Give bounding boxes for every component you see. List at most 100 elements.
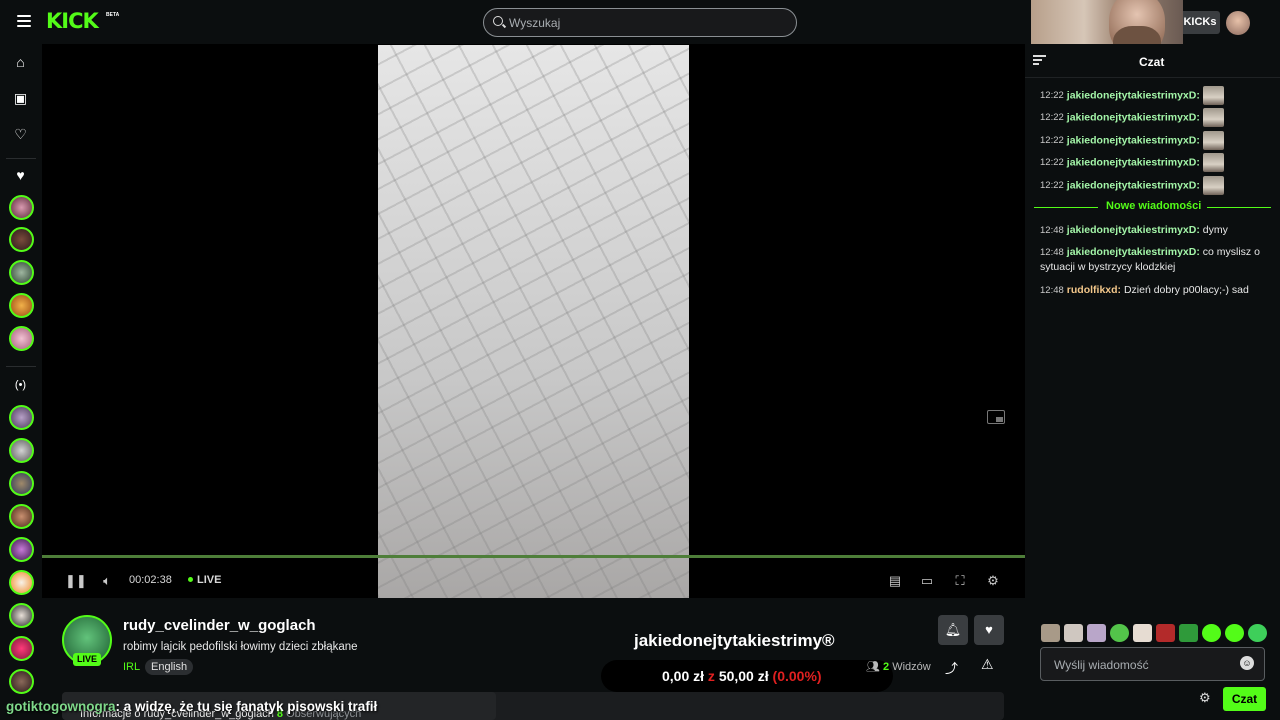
chat-message: 12:48 jakiedonejtytakiestrimyxD: dymy xyxy=(1040,224,1228,236)
chat-message: 12:22 jakiedonejtytakiestrimyxD: xyxy=(1040,176,1270,195)
chat-message: 12:22 jakiedonejtytakiestrimyxD: xyxy=(1040,108,1270,127)
ticker-overlay: gotiktogownogra: a widzę, że tu się fana… xyxy=(6,699,377,714)
followed-channel-avatar[interactable] xyxy=(9,260,34,285)
beta-badge: BETA xyxy=(106,12,120,18)
chat-message: 12:22 jakiedonejtytakiestrimyxD: xyxy=(1040,153,1270,172)
heart-icon[interactable]: ♡ xyxy=(12,126,29,143)
emote-button[interactable] xyxy=(1110,624,1129,642)
send-chat-button[interactable]: Czat xyxy=(1223,687,1266,711)
chat-input-box[interactable]: ☺ xyxy=(1040,647,1265,681)
live-indicator: LIVE xyxy=(197,574,222,586)
recommended-channel-avatar[interactable] xyxy=(9,504,34,529)
recommended-channel-avatar[interactable] xyxy=(9,438,34,463)
player-controls: ❚❚ 🔈︎ 00:02:38 LIVE ▤ ▭ ⛶ ⚙ xyxy=(42,566,1025,596)
emote-bar xyxy=(1039,624,1269,644)
chat-message: 12:22 jakiedonejtytakiestrimyxD: xyxy=(1040,131,1270,150)
emote-button[interactable] xyxy=(1133,624,1152,642)
channel-name[interactable]: rudy_cvelinder_w_goglach xyxy=(123,617,316,634)
donation-goal: 0,00 zł z 50,00 zł (0.00%) xyxy=(662,668,822,684)
followed-channel-avatar[interactable] xyxy=(9,195,34,220)
followed-channel-avatar[interactable] xyxy=(9,326,34,351)
viewers-number: 2 xyxy=(883,661,890,673)
search-icon xyxy=(493,16,503,26)
emote-button[interactable] xyxy=(1041,624,1060,642)
live-icon: (•) xyxy=(14,379,27,391)
emote-button[interactable] xyxy=(1064,624,1083,642)
recommended-channel-avatar[interactable] xyxy=(9,471,34,496)
share-icon[interactable]: ⤴ xyxy=(945,658,958,677)
language-tag[interactable]: English xyxy=(145,659,194,675)
emoji-icon[interactable]: ☺ xyxy=(1240,656,1254,670)
chat-panel: Czat 12:22 jakiedonejtytakiestrimyxD: 12:… xyxy=(1025,44,1280,720)
emote-image xyxy=(1202,153,1224,172)
recommended-channel-avatar[interactable] xyxy=(9,405,34,430)
chat-settings-icon[interactable]: ⚙ xyxy=(1199,690,1211,706)
chat-message: 12:48 rudolfikxd: Dzień dobry p00lacy;-) … xyxy=(1040,284,1249,296)
menu-icon[interactable] xyxy=(17,15,31,30)
notification-bell-button[interactable]: 🔔︎ xyxy=(938,615,968,645)
fullscreen-icon[interactable]: ⛶ xyxy=(952,573,968,589)
progress-bar[interactable] xyxy=(42,555,1025,558)
clip-icon[interactable]: ▤ xyxy=(887,573,903,589)
emote-image xyxy=(1202,86,1224,105)
report-icon[interactable]: ⚠ xyxy=(981,656,994,673)
emote-button[interactable] xyxy=(1248,624,1267,642)
sidebar-divider xyxy=(6,158,36,159)
chat-message: 12:48 jakiedonejtytakiestrimyxD: co mysli… xyxy=(1040,246,1260,273)
recommended-channel-avatar[interactable] xyxy=(9,570,34,595)
emote-image xyxy=(1202,108,1224,127)
recommended-channel-avatar[interactable] xyxy=(9,537,34,562)
chat-header: Czat xyxy=(1025,44,1280,78)
volume-icon[interactable]: 🔈︎ xyxy=(99,573,115,589)
chat-message: 12:22 jakiedonejtytakiestrimyxD: xyxy=(1040,86,1270,105)
category-link[interactable]: IRL xyxy=(123,661,140,673)
pause-icon[interactable]: ❚❚ xyxy=(65,573,87,589)
home-icon[interactable]: ⌂ xyxy=(12,54,29,71)
followed-channel-avatar[interactable] xyxy=(9,293,34,318)
emote-image xyxy=(1202,131,1224,150)
ticker-text: : a widzę, że tu się fanatyk pisowski tr… xyxy=(115,699,378,714)
goal-current: 0,00 zł xyxy=(662,668,705,684)
recommended-channel-avatar[interactable] xyxy=(9,636,34,661)
ticker-user: gotiktogownogra xyxy=(6,699,116,714)
viewers-icon: 👥︎ xyxy=(866,661,880,673)
followed-channel-avatar[interactable] xyxy=(9,227,34,252)
recommended-channel-avatar[interactable] xyxy=(9,603,34,628)
kicks-button[interactable]: KICKs xyxy=(1180,11,1220,34)
following-icon: ♥ xyxy=(16,167,25,183)
overlay-title: jakiedonejtytakiestrimy® xyxy=(634,631,835,650)
new-messages-divider: Nowe wiadomości xyxy=(1034,200,1271,214)
browse-icon[interactable]: ▣ xyxy=(12,90,29,107)
chat-title: Czat xyxy=(1139,55,1165,69)
emote-button[interactable] xyxy=(1179,624,1198,642)
collapse-chat-icon[interactable] xyxy=(1033,55,1046,67)
viewers-label: Widzów xyxy=(892,661,931,673)
search-box[interactable] xyxy=(483,8,797,37)
emote-button[interactable] xyxy=(1202,624,1221,642)
recommended-channel-avatar[interactable] xyxy=(9,669,34,694)
live-badge: LIVE xyxy=(73,653,101,666)
emote-button[interactable] xyxy=(1087,624,1106,642)
picture-in-picture-icon[interactable] xyxy=(987,410,1005,424)
follow-heart-button[interactable]: ♥ xyxy=(974,615,1004,645)
theater-mode-icon[interactable]: ▭ xyxy=(919,573,935,589)
kick-logo[interactable]: KICK xyxy=(46,9,99,33)
sidebar: ⌂ ▣ ♡ ♥ (•) xyxy=(0,44,42,720)
emote-button[interactable] xyxy=(1156,624,1175,642)
sidebar-divider xyxy=(6,366,36,367)
goal-separator: z xyxy=(707,668,715,684)
settings-icon[interactable]: ⚙ xyxy=(985,573,1001,589)
goal-percent: (0.00%) xyxy=(772,668,822,684)
viewer-count: 👥︎ 2 Widzów xyxy=(866,660,931,673)
chat-input[interactable] xyxy=(1054,657,1234,673)
elapsed-time: 00:02:38 xyxy=(129,574,172,586)
video-player[interactable]: ❚❚ 🔈︎ 00:02:38 LIVE ▤ ▭ ⛶ ⚙ xyxy=(42,44,1025,598)
user-avatar[interactable] xyxy=(1226,11,1250,35)
stream-title: robimy lajcik pedofilski łowimy dzieci z… xyxy=(123,641,358,653)
goal-target: 50,00 zł xyxy=(718,668,769,684)
search-input[interactable] xyxy=(509,14,779,31)
video-frame[interactable] xyxy=(378,45,689,598)
live-dot-icon xyxy=(188,577,193,582)
emote-button[interactable] xyxy=(1225,624,1244,642)
emote-image xyxy=(1202,176,1224,195)
